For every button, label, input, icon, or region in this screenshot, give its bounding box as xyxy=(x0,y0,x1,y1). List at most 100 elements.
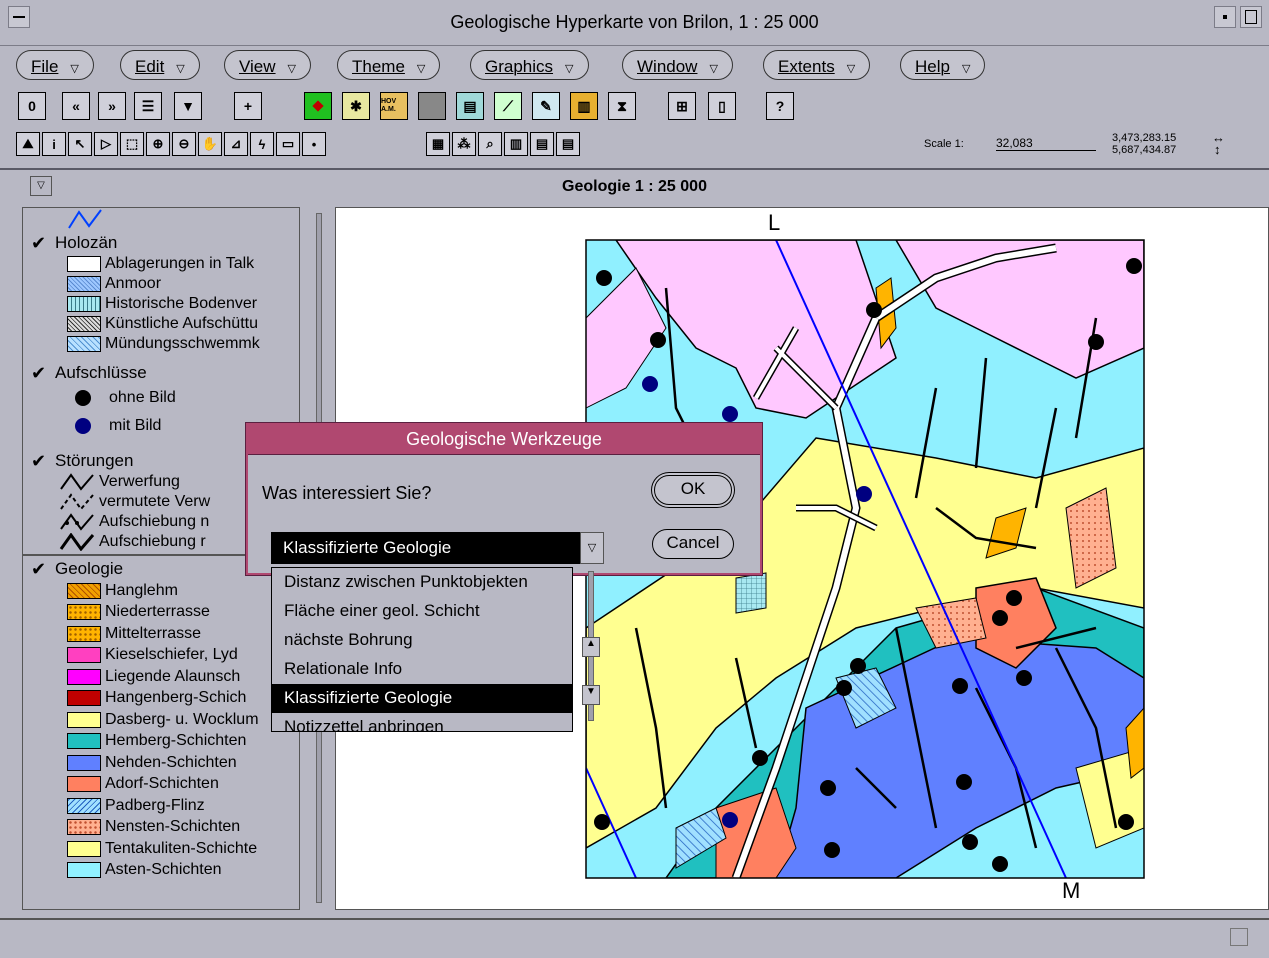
profile-line-legend xyxy=(23,208,299,232)
pan-hand-icon[interactable]: ✋ xyxy=(198,132,222,156)
fault-line-icon xyxy=(60,473,94,491)
grid-icon[interactable]: ▦ xyxy=(426,132,450,156)
zoom-out-icon[interactable]: ⊖ xyxy=(172,132,196,156)
coordinate-y: 5,687,434.87 xyxy=(1112,144,1177,156)
menu-file[interactable]: File ▽ xyxy=(16,50,94,80)
legend-item: Ablagerungen in Talk xyxy=(23,254,299,274)
coordinate-x: 3,473,283.15 xyxy=(1112,132,1177,144)
zoom-extent-icon[interactable]: ⛰ xyxy=(16,132,40,156)
dashed-fault-icon xyxy=(60,493,94,511)
dropdown-icon[interactable]: ▼ xyxy=(174,92,202,120)
legend-label: Verwerfung xyxy=(99,473,180,490)
select-box-icon[interactable]: ⬚ xyxy=(120,132,144,156)
window-layout-icon[interactable]: ⊞ xyxy=(668,92,696,120)
zero-button[interactable]: 0 xyxy=(18,92,46,120)
menu-view[interactable]: View ▽ xyxy=(224,50,312,80)
scale-value[interactable]: 32,083 xyxy=(996,136,1096,151)
legend-swatch xyxy=(67,797,101,814)
table-icon[interactable]: ▥ xyxy=(504,132,528,156)
checkbox-icon[interactable]: ✔ xyxy=(31,559,49,580)
legend-label: Nensten-Schichten xyxy=(105,818,241,836)
zoom-in-icon[interactable]: ⊕ xyxy=(146,132,170,156)
checkbox-icon[interactable]: ✔ xyxy=(31,363,49,384)
next-button[interactable]: » xyxy=(98,92,126,120)
dropdown-option-selected[interactable]: Klassifizierte Geologie xyxy=(272,684,572,713)
search-icon[interactable]: ⌕ xyxy=(478,132,502,156)
dropdown-option[interactable]: Relationale Info xyxy=(272,655,572,684)
measure-icon[interactable]: ⊿ xyxy=(224,132,248,156)
pointer-icon[interactable]: ↖ xyxy=(68,132,92,156)
legend-label: Mittelterrasse xyxy=(105,624,202,642)
legend-group-label: Aufschlüsse xyxy=(55,363,147,382)
vertical-arrows-icon: ↕ xyxy=(1214,142,1221,157)
info-icon[interactable]: i xyxy=(42,132,66,156)
legend-label: mit Bild xyxy=(109,417,162,434)
dropdown-option[interactable]: Notizzettel anbringen xyxy=(272,713,572,731)
tool-select[interactable]: Klassifizierte Geologie xyxy=(271,532,581,564)
legend-item: Anmoor xyxy=(23,274,299,294)
window-titlebar: Geologische Hyperkarte von Brilon, 1 : 2… xyxy=(0,0,1269,46)
maximize-button[interactable] xyxy=(1240,6,1262,28)
legend-label: Mündungsschwemmk xyxy=(105,335,260,352)
minimize-button[interactable] xyxy=(1214,6,1236,28)
network-icon[interactable]: ⁂ xyxy=(452,132,476,156)
ok-button[interactable]: OK xyxy=(654,475,732,505)
list-icon[interactable]: ☰ xyxy=(134,92,162,120)
legend-item: Künstliche Aufschüttu xyxy=(23,314,299,334)
legend-group-holozaen: ✔ Holozän Ablagerungen in Talk Anmoor His… xyxy=(23,232,299,354)
legend-label: Nehden-Schichten xyxy=(105,753,237,771)
dropdown-option[interactable]: nächste Bohrung xyxy=(272,626,572,655)
legend-item: Dasberg- u. Wocklum xyxy=(23,709,299,731)
window-title: Geologische Hyperkarte von Brilon, 1 : 2… xyxy=(450,12,819,32)
legend-label: Dasberg- u. Wocklum xyxy=(105,710,259,728)
profile-icon[interactable]: ⟋ xyxy=(494,92,522,120)
dropdown-option[interactable]: Fläche einer geol. Schicht xyxy=(272,597,572,626)
legend-group-label: Geologie xyxy=(55,559,124,578)
legend-group-label: Störungen xyxy=(55,451,134,470)
menu-edit[interactable]: Edit ▽ xyxy=(120,50,200,80)
menu-help[interactable]: Help ▽ xyxy=(900,50,986,80)
legend-item: Historische Bodenver xyxy=(23,294,299,314)
xyz-chart-icon[interactable]: ▤ xyxy=(530,132,554,156)
add-theme-icon[interactable]: + xyxy=(234,92,262,120)
previous-button[interactable]: « xyxy=(62,92,90,120)
chevron-down-icon[interactable]: ▽ xyxy=(580,532,604,564)
legend-swatch xyxy=(67,754,101,771)
dropdown-option[interactable]: Distanz zwischen Punktobjekten xyxy=(272,568,572,597)
vertex-pointer-icon[interactable]: ▷ xyxy=(94,132,118,156)
cancel-button[interactable]: Cancel xyxy=(652,529,734,559)
checkbox-icon[interactable]: ✔ xyxy=(31,233,49,254)
legend-swatch xyxy=(67,776,101,793)
xyz-table-icon[interactable]: ▤ xyxy=(556,132,580,156)
hiker-icon[interactable]: ✱ xyxy=(342,92,370,120)
resize-grip-icon[interactable] xyxy=(1230,928,1248,946)
help-cursor-icon[interactable]: ? xyxy=(766,92,794,120)
profile-line-icon xyxy=(68,209,102,229)
label-icon[interactable]: ▭ xyxy=(276,132,300,156)
point-theme-icon[interactable] xyxy=(304,92,332,120)
draw-point-icon[interactable]: • xyxy=(302,132,326,156)
hourglass-icon[interactable]: ⧗ xyxy=(608,92,636,120)
legend-item: Kieselschiefer, Lyd xyxy=(23,645,299,667)
dialog-question: Was interessiert Sie? xyxy=(262,483,432,503)
menu-graphics[interactable]: Graphics ▽ xyxy=(470,50,589,80)
pen-icon[interactable]: ✎ xyxy=(532,92,560,120)
legend-swatch xyxy=(67,604,101,621)
view-title: Geologie 1 : 25 000 xyxy=(562,178,707,195)
menu-window[interactable]: Window ▽ xyxy=(622,50,733,80)
scroll-down-icon[interactable]: ▼ xyxy=(582,685,600,705)
chart-icon[interactable]: ▤ xyxy=(456,92,484,120)
scroll-up-icon[interactable]: ▲ xyxy=(582,637,600,657)
layers-icon[interactable]: ▥ xyxy=(570,92,598,120)
hov-icon[interactable]: HOV A.M. xyxy=(380,92,408,120)
dropdown-scrollbar[interactable]: ▲ ▼ xyxy=(580,567,604,732)
menu-theme[interactable]: Theme ▽ xyxy=(337,50,441,80)
legend-group-label: Holozän xyxy=(55,233,118,252)
legend-label: Asten-Schichten xyxy=(105,861,222,879)
profile-end-label: M xyxy=(1062,878,1081,903)
hotlink-icon[interactable]: ϟ xyxy=(250,132,274,156)
menu-extents[interactable]: Extents ▽ xyxy=(763,50,871,80)
window-frame-icon[interactable]: ▯ xyxy=(708,92,736,120)
checkbox-icon[interactable]: ✔ xyxy=(31,451,49,472)
photo-icon[interactable] xyxy=(418,92,446,120)
